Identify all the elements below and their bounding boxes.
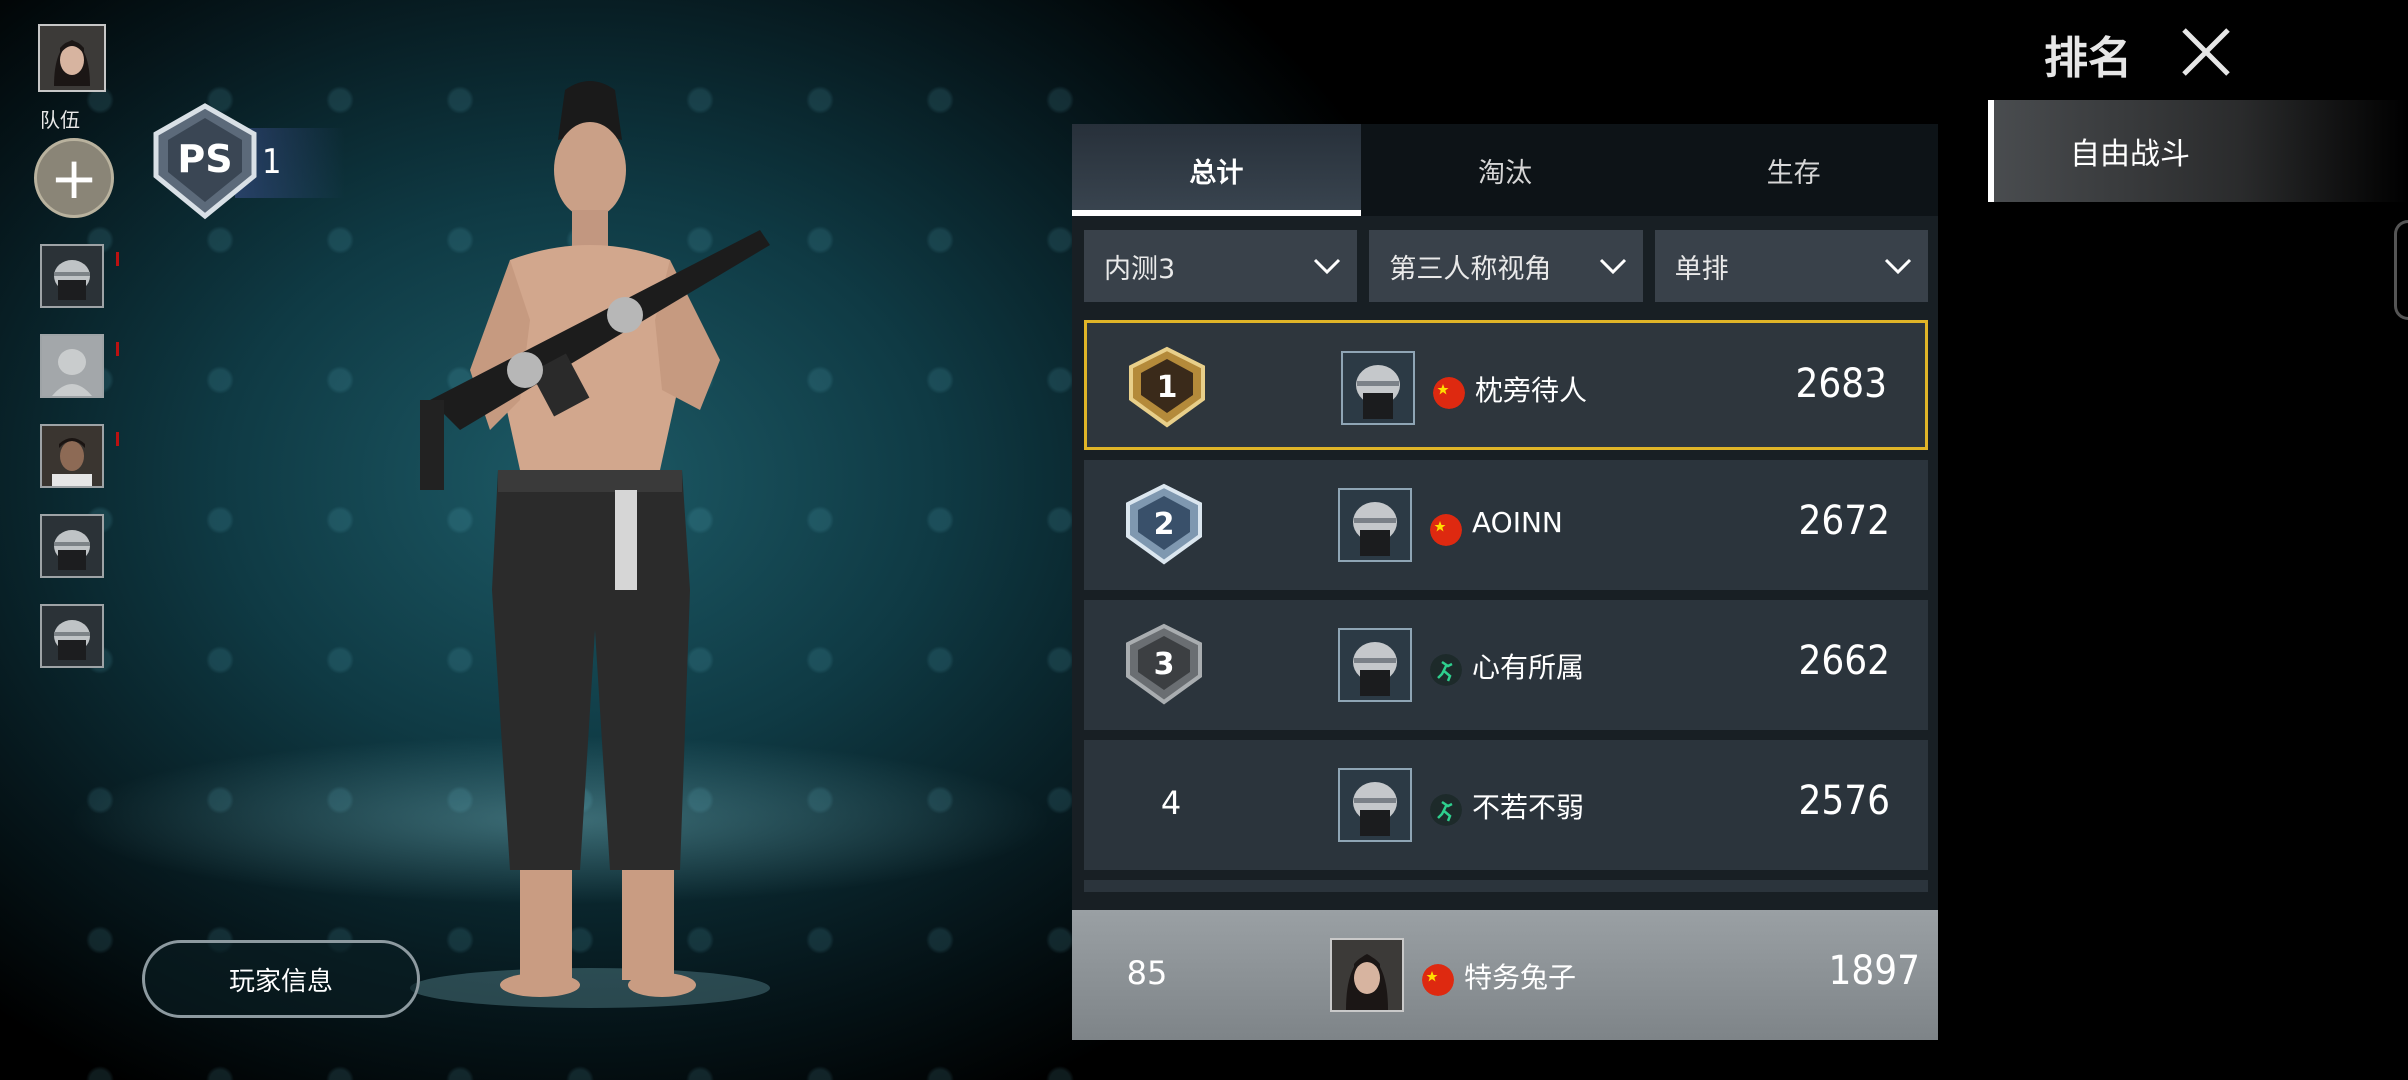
player-name: AOINN bbox=[1472, 506, 1563, 539]
female-avatar-icon bbox=[40, 26, 104, 90]
leaderboard-row[interactable]: 4 不若不弱 2576 bbox=[1084, 740, 1928, 870]
gold-rank-icon: 1 bbox=[1129, 346, 1205, 428]
team-sidebar: 队伍 + bbox=[0, 0, 150, 1080]
chevron-down-icon bbox=[1599, 258, 1626, 275]
male-avatar-icon bbox=[42, 426, 102, 486]
female-avatar-icon bbox=[1332, 940, 1402, 1010]
runner-flag-icon bbox=[1430, 794, 1462, 826]
player-name: 枕旁待人 bbox=[1475, 374, 1588, 407]
helmet-avatar-icon bbox=[42, 606, 102, 666]
helmet-avatar-icon bbox=[1340, 630, 1410, 700]
chevron-down-icon bbox=[1314, 258, 1341, 275]
tab-eliminations[interactable]: 淘汰 bbox=[1361, 124, 1650, 216]
filter-bar: 内测3 第三人称视角 单排 bbox=[1084, 230, 1928, 302]
category-tabs: 总计 淘汰 生存 bbox=[1072, 124, 1938, 216]
player-name: 不若不弱 bbox=[1472, 791, 1585, 824]
player-level: 1 bbox=[262, 142, 282, 182]
leaderboard-row[interactable]: 3 心有所属 2662 bbox=[1084, 600, 1928, 730]
silver-rank-icon: 2 bbox=[1126, 483, 1202, 565]
friend-avatar[interactable] bbox=[40, 424, 104, 488]
player-avatar[interactable] bbox=[38, 24, 106, 92]
season-dropdown[interactable]: 内测3 bbox=[1084, 230, 1358, 302]
leaderboard-row[interactable]: 2 AOINN 2672 bbox=[1084, 460, 1928, 590]
character-model bbox=[410, 81, 770, 1008]
my-ranking-row[interactable]: 85 特务兔子 1897 bbox=[1072, 910, 1938, 1040]
helmet-avatar-icon bbox=[1340, 490, 1410, 560]
plus-icon: + bbox=[49, 144, 99, 212]
avatar bbox=[1330, 938, 1404, 1012]
perspective-dropdown[interactable]: 第三人称视角 bbox=[1369, 230, 1643, 302]
friend-avatar[interactable] bbox=[40, 514, 104, 578]
my-rank-number: 85 bbox=[1126, 954, 1168, 992]
player-info-button[interactable]: 玩家信息 bbox=[142, 940, 420, 1018]
friend-avatar[interactable] bbox=[40, 604, 104, 668]
status-tick bbox=[116, 342, 119, 356]
rank-tier-badge[interactable]: PS bbox=[150, 102, 260, 224]
helmet-avatar-icon bbox=[1343, 353, 1413, 423]
tab-total[interactable]: 总计 bbox=[1072, 124, 1361, 216]
rank-number: 2 bbox=[1154, 507, 1175, 542]
my-player-name: 特务兔子 bbox=[1464, 961, 1577, 994]
avatar bbox=[1341, 351, 1415, 425]
game-screen: 队伍 + PS 1 玩家信息 总计 淘汰 生存 内测3 第三人称视角 单排 1 … bbox=[0, 0, 2408, 1080]
page-title: 排名 bbox=[2044, 33, 2132, 84]
rank-number: 3 bbox=[1154, 647, 1175, 682]
runner-flag-icon bbox=[1430, 654, 1462, 686]
friend-avatar[interactable] bbox=[40, 244, 104, 308]
china-flag-icon bbox=[1430, 514, 1462, 546]
helmet-avatar-icon bbox=[1340, 770, 1410, 840]
helmet-avatar-icon bbox=[42, 246, 102, 306]
avatar bbox=[1338, 488, 1412, 562]
team-label: 队伍 bbox=[40, 108, 80, 132]
avatar bbox=[1338, 628, 1412, 702]
friend-avatar[interactable] bbox=[40, 334, 104, 398]
season-value: 内测3 bbox=[1104, 253, 1176, 285]
status-tick bbox=[116, 432, 119, 446]
squad-mode-value: 单排 bbox=[1674, 253, 1729, 285]
side-edge-handle[interactable] bbox=[2394, 220, 2408, 320]
tier-text: PS bbox=[177, 137, 232, 181]
leaderboard-row[interactable]: 1 枕旁待人 2683 bbox=[1084, 320, 1928, 450]
perspective-value: 第三人称视角 bbox=[1389, 253, 1552, 285]
china-flag-icon bbox=[1433, 377, 1465, 409]
helmet-avatar-icon bbox=[42, 516, 102, 576]
bronze-rank-icon: 3 bbox=[1126, 623, 1202, 705]
my-score: 1897 bbox=[1828, 948, 1920, 994]
player-score: 2576 bbox=[1798, 778, 1890, 824]
player-score: 2683 bbox=[1795, 361, 1887, 407]
close-icon[interactable] bbox=[2178, 24, 2234, 80]
shield-icon: PS bbox=[153, 103, 257, 220]
player-name: 心有所属 bbox=[1472, 651, 1585, 684]
placeholder-avatar-icon bbox=[42, 336, 102, 396]
rank-number: 4 bbox=[1160, 784, 1182, 822]
next-row-peek bbox=[1084, 880, 1928, 892]
player-score: 2662 bbox=[1798, 638, 1890, 684]
chevron-down-icon bbox=[1884, 258, 1912, 275]
china-flag-icon bbox=[1422, 964, 1454, 996]
rank-number: 1 bbox=[1157, 370, 1178, 405]
avatar bbox=[1338, 768, 1412, 842]
status-tick bbox=[116, 252, 119, 266]
squad-mode-dropdown[interactable]: 单排 bbox=[1654, 230, 1928, 302]
player-score: 2672 bbox=[1798, 498, 1890, 544]
mode-item-free-battle[interactable]: 自由战斗 bbox=[1988, 100, 2408, 202]
tab-survival[interactable]: 生存 bbox=[1649, 124, 1938, 216]
add-teammate-button[interactable]: + bbox=[34, 138, 114, 218]
